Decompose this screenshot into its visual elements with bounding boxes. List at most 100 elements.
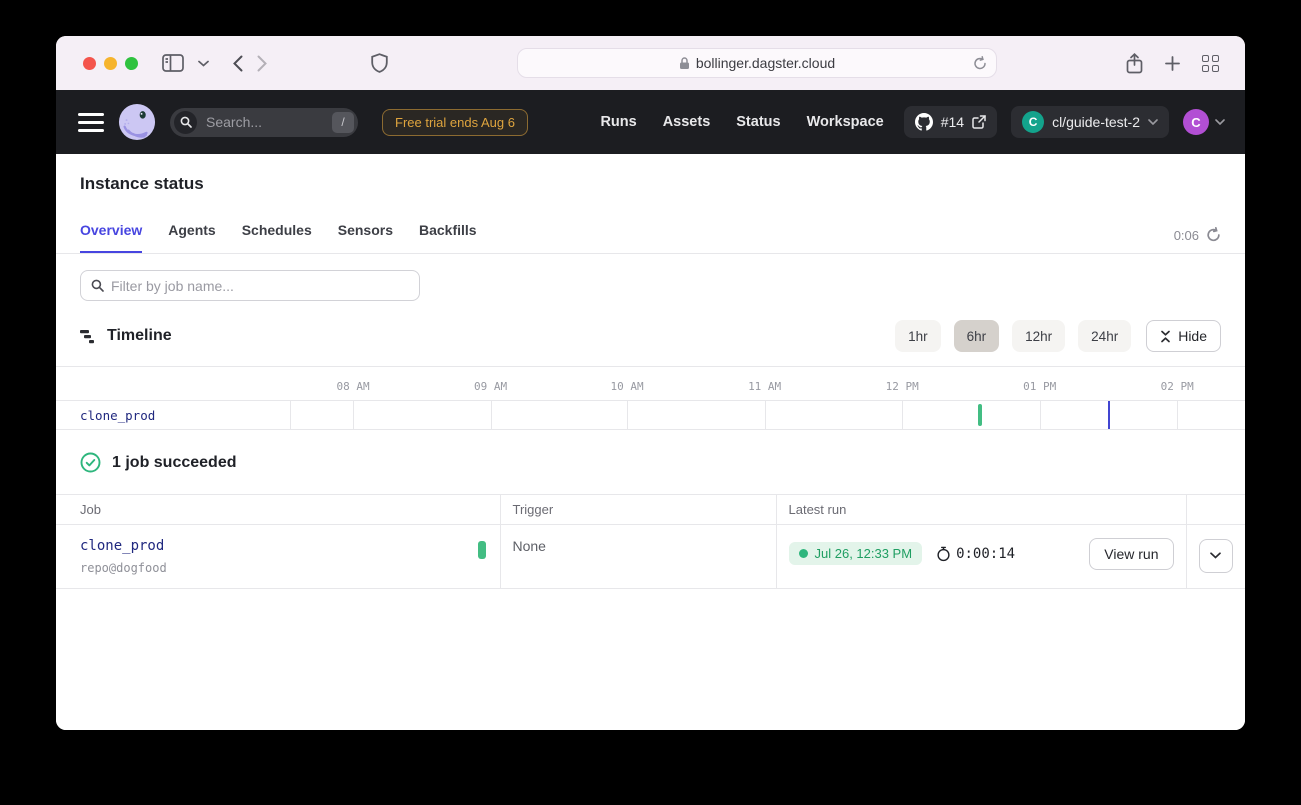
browser-window: bollinger.dagster.cloud — [56, 36, 1245, 730]
menu-hamburger-icon[interactable] — [78, 113, 104, 132]
axis-tick-label: 02 PM — [1161, 380, 1194, 393]
browser-toolbar: bollinger.dagster.cloud — [56, 36, 1245, 90]
tab-schedules[interactable]: Schedules — [242, 214, 312, 253]
job-name-link[interactable]: clone_prod — [80, 538, 488, 554]
dagster-logo[interactable] — [118, 103, 156, 141]
app-header: Search... / Free trial ends Aug 6 Runs A… — [56, 90, 1245, 154]
run-duration-value: 0:00:14 — [956, 546, 1015, 562]
workspace-switcher[interactable]: C cl/guide-test-2 — [1011, 106, 1169, 138]
column-header-trigger: Trigger — [500, 495, 776, 524]
column-header-latest-run: Latest run — [776, 495, 1186, 524]
timeline-header: Timeline 1hr 6hr 12hr 24hr Hide — [56, 301, 1245, 366]
lock-icon — [679, 57, 690, 70]
forward-button[interactable] — [257, 55, 267, 72]
timeline-job-link[interactable]: clone_prod — [80, 408, 155, 423]
axis-tick-label: 11 AM — [748, 380, 781, 393]
global-search-input[interactable]: Search... / — [170, 108, 358, 137]
external-link-icon — [972, 115, 986, 129]
run-duration: 0:00:14 — [936, 546, 1015, 562]
refresh-timer-value: 0:06 — [1174, 228, 1199, 243]
github-pr-link[interactable]: #14 — [904, 106, 997, 138]
sidebar-toggle-icon[interactable] — [162, 54, 184, 72]
search-shortcut-key: / — [332, 112, 354, 133]
nav-status[interactable]: Status — [736, 114, 780, 130]
tab-sensors[interactable]: Sensors — [338, 214, 393, 253]
workspace-avatar: C — [1022, 111, 1044, 133]
summary-text: 1 job succeeded — [112, 454, 237, 472]
hide-button-label: Hide — [1178, 328, 1207, 344]
search-placeholder: Search... — [206, 114, 323, 130]
timeline-row-clone-prod: clone_prod — [56, 401, 1245, 430]
column-header-actions — [1186, 495, 1245, 524]
new-tab-plus-icon[interactable] — [1165, 56, 1180, 71]
axis-tick-label: 01 PM — [1023, 380, 1056, 393]
url-text: bollinger.dagster.cloud — [696, 55, 835, 71]
timeline-title: Timeline — [107, 327, 172, 345]
refresh-icon[interactable] — [1206, 227, 1221, 243]
run-status-dot — [799, 549, 808, 558]
reload-icon[interactable] — [973, 56, 987, 71]
range-24hr-button[interactable]: 24hr — [1078, 320, 1131, 352]
tab-bar: Overview Agents Schedules Sensors Backfi… — [56, 214, 1245, 254]
tab-backfills[interactable]: Backfills — [419, 214, 477, 253]
table-row: clone_prod repo@dogfood None Jul 26, 12:… — [56, 524, 1245, 588]
tab-agents[interactable]: Agents — [168, 214, 215, 253]
hide-timeline-button[interactable]: Hide — [1146, 320, 1221, 352]
view-run-button[interactable]: View run — [1089, 538, 1173, 570]
tab-overview-icon[interactable] — [1202, 55, 1219, 72]
row-actions-dropdown-button[interactable] — [1199, 539, 1233, 573]
run-success-marker[interactable] — [978, 404, 982, 426]
address-bar[interactable]: bollinger.dagster.cloud — [517, 48, 997, 78]
nav-assets[interactable]: Assets — [663, 114, 711, 130]
chevron-down-icon — [1148, 119, 1158, 125]
job-filter-field[interactable] — [80, 270, 420, 301]
trial-badge[interactable]: Free trial ends Aug 6 — [382, 109, 528, 136]
nav-runs[interactable]: Runs — [600, 114, 636, 130]
filter-row — [56, 254, 1245, 301]
page-content: Instance status Overview Agents Schedule… — [56, 154, 1245, 730]
job-filter-input[interactable] — [111, 278, 409, 294]
jobs-table: Job Trigger Latest run clone_prod repo@d… — [56, 495, 1245, 589]
range-12hr-button[interactable]: 12hr — [1012, 320, 1065, 352]
axis-tick-label: 10 AM — [611, 380, 644, 393]
jobs-summary: 1 job succeeded — [56, 430, 1245, 495]
workspace-name: cl/guide-test-2 — [1052, 114, 1140, 130]
traffic-lights — [83, 57, 138, 70]
latest-run-badge[interactable]: Jul 26, 12:33 PM — [789, 542, 923, 565]
axis-tick-label: 09 AM — [474, 380, 507, 393]
timeline-axis: 08 AM 09 AM 10 AM 11 AM 12 PM 01 PM 02 P… — [56, 367, 1245, 401]
column-header-job: Job — [56, 495, 500, 524]
chevron-down-icon — [1215, 119, 1225, 125]
back-button[interactable] — [233, 55, 243, 72]
github-pr-number: #14 — [941, 114, 964, 130]
table-header-row: Job Trigger Latest run — [56, 495, 1245, 524]
page-title: Instance status — [56, 154, 1245, 194]
timeline-chart: 08 AM 09 AM 10 AM 11 AM 12 PM 01 PM 02 P… — [56, 366, 1245, 430]
latest-run-time: Jul 26, 12:33 PM — [815, 546, 913, 561]
collapse-icon — [1160, 330, 1171, 343]
github-icon — [915, 113, 933, 131]
sidebar-chevron-down-icon[interactable] — [198, 60, 209, 67]
user-avatar: C — [1183, 109, 1209, 135]
user-menu[interactable]: C — [1183, 109, 1225, 135]
current-time-line — [1108, 401, 1110, 429]
minimize-window-button[interactable] — [104, 57, 117, 70]
search-icon — [91, 279, 104, 292]
refresh-countdown: 0:06 — [1174, 227, 1221, 243]
trigger-value: None — [513, 538, 546, 554]
tab-overview[interactable]: Overview — [80, 214, 142, 253]
share-icon[interactable] — [1126, 53, 1143, 74]
axis-tick-label: 08 AM — [336, 380, 369, 393]
job-location: repo@dogfood — [80, 561, 488, 575]
close-window-button[interactable] — [83, 57, 96, 70]
success-check-icon — [80, 452, 101, 473]
range-1hr-button[interactable]: 1hr — [895, 320, 941, 352]
job-status-pill[interactable] — [478, 541, 486, 559]
search-icon — [174, 111, 197, 134]
axis-tick-label: 12 PM — [886, 380, 919, 393]
zoom-window-button[interactable] — [125, 57, 138, 70]
privacy-shield-icon[interactable] — [371, 53, 388, 73]
nav-workspace[interactable]: Workspace — [807, 114, 884, 130]
range-6hr-button[interactable]: 6hr — [954, 320, 1000, 352]
stopwatch-icon — [936, 546, 951, 562]
